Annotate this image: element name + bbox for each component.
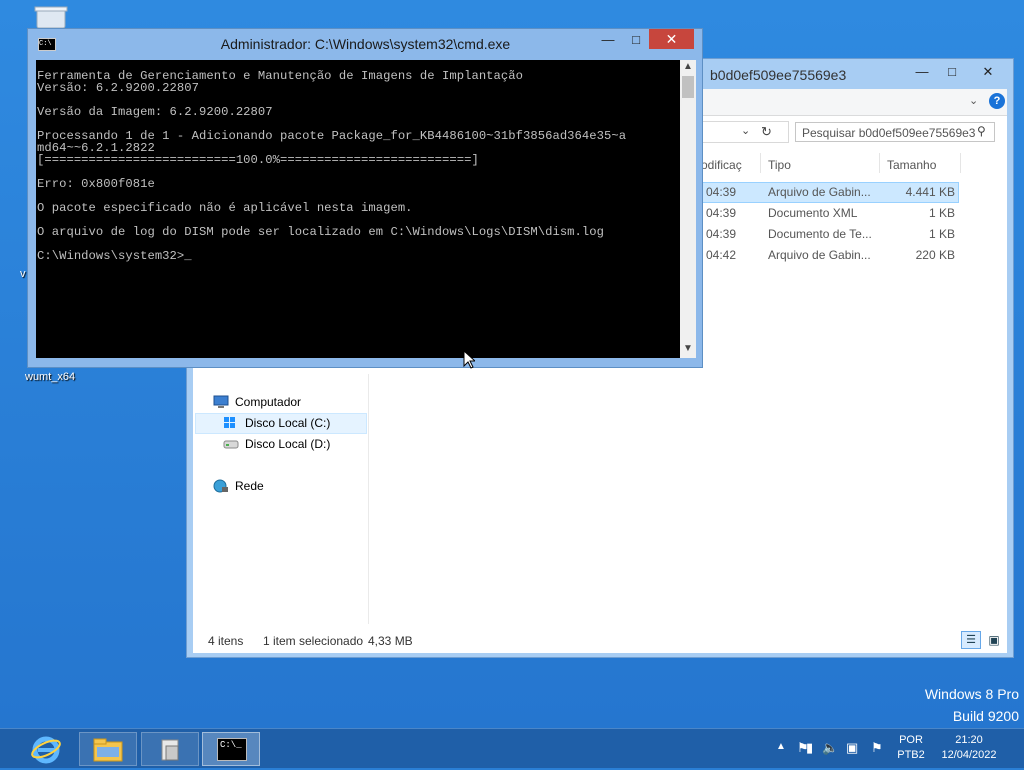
cmd-close-button[interactable]: ✕ <box>649 29 694 49</box>
language-code: POR <box>899 734 923 746</box>
cmd-output: Ferramenta de Gerenciamento e Manutenção… <box>37 70 626 262</box>
file-row-size: 4.441 KB <box>905 185 955 199</box>
explorer-maximize-button[interactable]: □ <box>937 62 967 82</box>
cmd-app-icon: C:\ <box>38 38 56 51</box>
cmd-maximize-button[interactable]: □ <box>621 30 651 50</box>
desktop-icon-label-partial: v <box>20 268 26 280</box>
file-row-time: 04:39 <box>706 185 737 199</box>
explorer-title: b0d0ef509ee75569e3 <box>710 67 847 83</box>
details-view-button[interactable]: ☰ <box>961 631 981 649</box>
file-explorer-taskbar-button[interactable] <box>79 732 137 766</box>
desktop-icon-wumt[interactable]: wumt_x64 <box>25 371 75 383</box>
show-hidden-icons-button[interactable]: ▲ <box>776 741 786 752</box>
computer-icon <box>213 395 229 409</box>
nav-network[interactable]: Rede <box>235 476 264 497</box>
status-selection: 1 item selecionado <box>263 634 364 648</box>
file-row-size: 1 KB <box>928 206 955 220</box>
cmd-line: Erro: 0x800f081e <box>37 177 155 191</box>
cmd-line: O arquivo de log do DISM pode ser locali… <box>37 225 605 239</box>
search-input[interactable]: Pesquisar b0d0ef509ee75569e3 <box>795 122 995 142</box>
column-divider <box>960 153 961 173</box>
cmd-taskbar-button[interactable]: C:\_ <box>202 732 260 766</box>
large-icons-view-button[interactable]: ▣ <box>985 631 1003 649</box>
clock-date: 12/04/2022 <box>941 749 997 761</box>
address-dropdown-icon[interactable]: ⌄ <box>741 124 750 137</box>
cmd-line: Versão: 6.2.9200.22807 <box>37 81 200 95</box>
folder-icon <box>93 738 123 762</box>
internet-explorer-icon[interactable] <box>30 733 62 765</box>
help-icon[interactable]: ? <box>989 93 1005 109</box>
search-placeholder: Pesquisar b0d0ef509ee75569e3 <box>802 126 976 140</box>
nav-drive-d[interactable]: Disco Local (D:) <box>245 434 330 455</box>
file-row-type: Arquivo de Gabin... <box>768 185 871 199</box>
cmd-prompt[interactable]: C:\Windows\system32>_ <box>37 250 626 262</box>
nav-drive-c[interactable]: Disco Local (C:) <box>245 413 330 434</box>
column-modified[interactable]: odificaç <box>701 158 742 172</box>
column-divider <box>760 153 761 173</box>
search-icon[interactable]: ⚲ <box>977 124 986 138</box>
status-size: 4,33 MB <box>368 634 413 648</box>
cmd-minimize-button[interactable]: — <box>593 30 623 50</box>
scroll-up-icon[interactable]: ▲ <box>683 61 693 72</box>
explorer-minimize-button[interactable]: — <box>907 62 937 82</box>
refresh-icon[interactable]: ↻ <box>761 124 772 140</box>
cmd-line: Versão da Imagem: 6.2.9200.22807 <box>37 105 273 119</box>
watermark-edition: Windows 8 Pro <box>924 686 1019 702</box>
cmd-title: Administrador: C:\Windows\system32\cmd.e… <box>220 36 511 52</box>
file-row-size: 220 KB <box>915 248 955 262</box>
file-row-time: 04:39 <box>706 206 737 220</box>
ribbon-expand-icon[interactable]: ⌄ <box>969 94 983 108</box>
clock[interactable]: 21:20 12/04/2022 <box>934 733 1004 763</box>
keyboard-layout: PTB2 <box>897 749 925 761</box>
taskbar: C:\_ ▲ ⚑ ▮ 🔈 ▣ ⚑ POR PTB2 21:20 12/04/20… <box>0 728 1024 768</box>
file-row-size: 1 KB <box>928 227 955 241</box>
installer-icon <box>159 738 183 762</box>
network-tray-icon[interactable]: ▣ <box>846 740 858 756</box>
scroll-down-icon[interactable]: ▼ <box>683 343 693 354</box>
windows-watermark: Windows 8 Pro Build 9200 <box>925 683 1019 727</box>
scroll-thumb[interactable] <box>682 76 694 98</box>
cmd-icon: C:\_ <box>217 738 247 761</box>
column-divider <box>879 153 880 173</box>
watermark-build: Build 9200 <box>952 708 1019 724</box>
column-size[interactable]: Tamanho <box>887 158 936 172</box>
explorer-close-button[interactable]: ✕ <box>973 62 1003 82</box>
cmd-line: [==========================100.0%=======… <box>37 153 479 167</box>
nav-pane-divider <box>368 374 369 624</box>
volume-icon[interactable]: 🔈 <box>822 740 838 756</box>
cmd-line: O pacote especificado não é aplicável ne… <box>37 201 413 215</box>
file-row-type: Arquivo de Gabin... <box>768 248 871 262</box>
nav-computer[interactable]: Computador <box>235 392 301 413</box>
status-item-count: 4 itens <box>208 634 244 648</box>
installer-taskbar-button[interactable] <box>141 732 199 766</box>
power-icon[interactable]: ▮ <box>806 740 813 756</box>
cmd-window[interactable]: C:\ Administrador: C:\Windows\system32\c… <box>27 28 703 368</box>
cmd-scrollbar[interactable]: ▲ ▼ <box>680 60 696 358</box>
clock-time: 21:20 <box>955 734 983 746</box>
column-type[interactable]: Tipo <box>768 158 791 172</box>
recycle-bin-icon[interactable] <box>34 6 68 29</box>
notification-flag-icon[interactable]: ⚑ <box>871 740 883 756</box>
file-row-type: Documento XML <box>768 206 858 220</box>
drive-icon <box>223 437 239 451</box>
windows-drive-icon <box>223 416 239 430</box>
show-desktop-button[interactable] <box>1016 729 1024 769</box>
input-language[interactable]: POR PTB2 <box>894 733 928 763</box>
cmd-console[interactable]: Ferramenta de Gerenciamento e Manutenção… <box>36 60 680 358</box>
file-row-type: Documento de Te... <box>768 227 872 241</box>
file-row-time: 04:39 <box>706 227 737 241</box>
mouse-cursor-icon <box>463 349 477 374</box>
network-icon <box>213 479 229 493</box>
file-row-time: 04:42 <box>706 248 737 262</box>
